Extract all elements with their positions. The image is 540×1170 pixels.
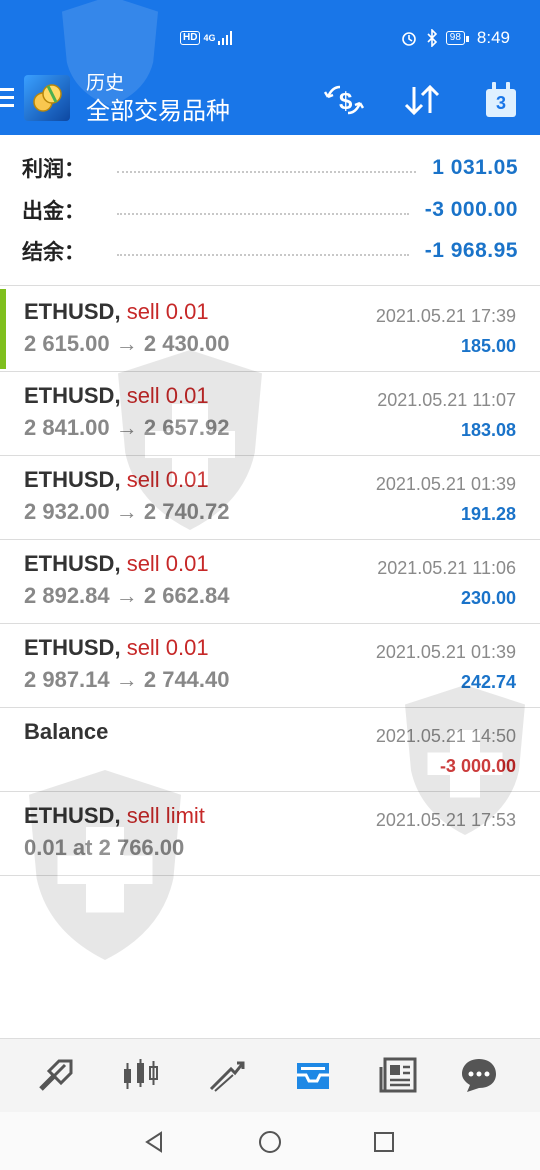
- calendar-icon: 3: [486, 82, 516, 117]
- deal-symbol: Balance: [24, 719, 109, 744]
- deal-profit: 230.00: [460, 588, 516, 608]
- sort-icon: [404, 84, 440, 116]
- back-icon: [145, 1131, 162, 1153]
- divider: [0, 285, 540, 286]
- app-logo: [24, 75, 70, 121]
- news-tab[interactable]: [377, 1053, 421, 1097]
- deal-symbol: ETHUSD,: [24, 467, 121, 492]
- deal-prices: 2 892.84 → 2 662.84: [24, 583, 230, 608]
- deal-row[interactable]: ETHUSD, sell 0.01 2 987.14 → 2 744.40 20…: [0, 623, 540, 707]
- history-tab[interactable]: [291, 1053, 335, 1097]
- summary-value: 1 031.05: [432, 156, 518, 179]
- bluetooth-icon: [427, 29, 437, 47]
- network-indicator: HD 4G: [180, 31, 233, 45]
- currency-exchange-button[interactable]: $: [322, 78, 366, 122]
- deal-symbol: ETHUSD,: [24, 383, 121, 408]
- deal-time: 2021.05.21 11:07: [377, 390, 516, 410]
- menu-icon[interactable]: [0, 88, 14, 112]
- deal-type: sell 0.01: [126, 383, 209, 408]
- summary-label: 利润：: [22, 158, 85, 181]
- chart-tab[interactable]: [118, 1053, 162, 1097]
- chat-tab[interactable]: [457, 1053, 501, 1097]
- deal-profit: 185.00: [460, 336, 516, 356]
- alarm-icon: [401, 32, 416, 46]
- deal-prices: 2 932.00 → 2 740.72: [24, 499, 230, 524]
- quotes-icon: [39, 1059, 73, 1091]
- chart-icon: [124, 1059, 158, 1089]
- order-details: 0.01 at 2 766.00: [24, 835, 185, 860]
- header-title: 全部交易品种: [86, 98, 230, 125]
- deal-time: 2021.05.21 17:53: [375, 810, 516, 830]
- quotes-tab[interactable]: [33, 1053, 77, 1097]
- deal-type: sell limit: [126, 803, 205, 828]
- recents-icon: [374, 1132, 394, 1152]
- battery-icon: 98: [445, 31, 470, 45]
- bottom-nav: [0, 1038, 540, 1113]
- deal-row[interactable]: ETHUSD, sell 0.01 2 932.00 → 2 740.72 20…: [0, 455, 540, 539]
- home-button[interactable]: [256, 1128, 284, 1156]
- summary-withdrawal: 出金： -3 000.00: [22, 190, 518, 230]
- status-right: 98 8:49: [400, 28, 510, 48]
- news-icon: [379, 1057, 417, 1093]
- deal-type: sell 0.01: [126, 551, 209, 576]
- signal-icon: [218, 31, 233, 45]
- summary-balance: 结余： -1 968.95: [22, 231, 518, 271]
- deal-profit: -3 000.00: [439, 756, 516, 776]
- order-row[interactable]: ETHUSD, sell limit 0.01 at 2 766.00 2021…: [0, 791, 540, 875]
- clock: 8:49: [476, 28, 510, 47]
- chat-icon: [462, 1059, 496, 1092]
- calendar-button[interactable]: 3: [479, 78, 523, 122]
- dotted-leader: [117, 171, 417, 173]
- trade-icon: [209, 1061, 245, 1092]
- deal-prices: 2 987.14 → 2 744.40: [24, 667, 230, 692]
- currency-exchange-icon: $: [324, 85, 364, 115]
- header-titles[interactable]: 历史 全部交易品种: [86, 72, 230, 128]
- deal-prices: 2 841.00 → 2 657.92: [24, 415, 230, 440]
- header-subtitle: 历史: [86, 73, 125, 94]
- sort-button[interactable]: [400, 78, 444, 122]
- home-icon: [259, 1131, 281, 1153]
- summary-panel: 利润： 1 031.05 出金： -3 000.00 结余： -1 968.95: [0, 135, 540, 285]
- deal-time: 2021.05.21 01:39: [375, 474, 516, 494]
- recents-button[interactable]: [370, 1128, 398, 1156]
- deal-time: 2021.05.21 11:06: [377, 558, 516, 578]
- summary-label: 出金：: [22, 200, 85, 223]
- deal-type: sell 0.01: [126, 635, 209, 660]
- deal-profit: 183.08: [460, 420, 516, 440]
- back-button[interactable]: [140, 1128, 168, 1156]
- coins-icon: [33, 84, 62, 112]
- dotted-leader: [117, 254, 409, 256]
- deal-time: 2021.05.21 01:39: [375, 642, 516, 662]
- deal-profit: 191.28: [460, 504, 516, 524]
- deal-symbol: ETHUSD,: [24, 551, 121, 576]
- summary-value: -1 968.95: [424, 239, 518, 262]
- summary-value: -3 000.00: [424, 198, 518, 221]
- trade-tab[interactable]: [205, 1053, 249, 1097]
- system-nav-bar: [0, 1112, 540, 1170]
- selected-indicator: [0, 289, 6, 369]
- deal-time: 2021.05.21 14:50: [375, 726, 516, 746]
- deal-row[interactable]: ETHUSD, sell 0.01 2 841.00 → 2 657.92 20…: [0, 371, 540, 455]
- dotted-leader: [117, 213, 409, 215]
- svg-text:$: $: [339, 88, 353, 115]
- deal-time: 2021.05.21 17:39: [375, 306, 516, 326]
- history-icon: [297, 1063, 329, 1089]
- deal-prices: 2 615.00 → 2 430.00: [24, 331, 230, 356]
- app-bar: HD 4G 98 8:49 历史 全部交易品种 $ 3: [0, 0, 540, 135]
- summary-label: 结余：: [22, 241, 85, 264]
- deal-type: sell 0.01: [126, 299, 209, 324]
- status-bar: HD 4G 98 8:49: [0, 0, 540, 70]
- deal-row[interactable]: ETHUSD, sell 0.01 2 615.00 → 2 430.00 20…: [0, 287, 540, 371]
- balance-row[interactable]: Balance 2021.05.21 14:50 -3 000.00: [0, 707, 540, 791]
- deal-symbol: ETHUSD,: [24, 635, 121, 660]
- deal-symbol: ETHUSD,: [24, 803, 121, 828]
- summary-profit: 利润： 1 031.05: [22, 148, 518, 188]
- deal-profit: 242.74: [460, 672, 516, 692]
- deal-type: sell 0.01: [126, 467, 209, 492]
- deal-symbol: ETHUSD,: [24, 299, 121, 324]
- deal-row[interactable]: ETHUSD, sell 0.01 2 892.84 → 2 662.84 20…: [0, 539, 540, 623]
- divider: [0, 875, 540, 876]
